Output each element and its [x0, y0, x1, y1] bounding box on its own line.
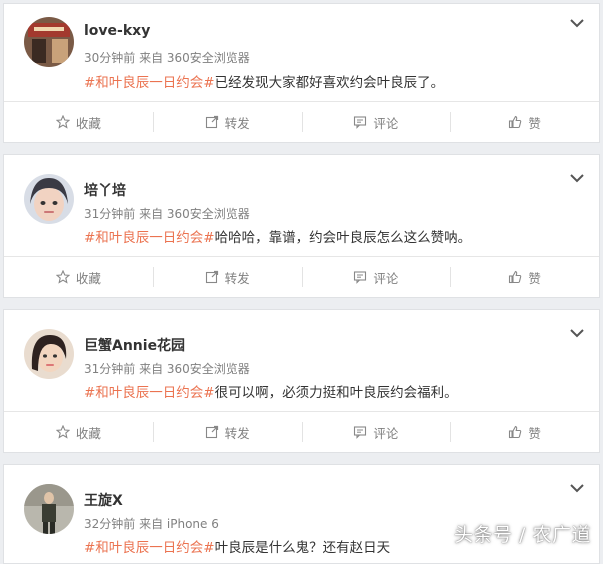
- favorite-button[interactable]: 收藏: [4, 412, 153, 452]
- repost-button[interactable]: 转发: [152, 412, 302, 452]
- topic-link[interactable]: #和叶良辰一日约会#: [84, 230, 215, 246]
- comment-label: 评论: [373, 425, 399, 441]
- topic-link[interactable]: #和叶良辰一日约会#: [84, 75, 215, 91]
- repost-button[interactable]: 转发: [152, 257, 302, 297]
- like-button[interactable]: 赞: [450, 257, 599, 297]
- comment-icon: [354, 426, 367, 439]
- comment-button[interactable]: 评论: [301, 412, 451, 452]
- post-text: #和叶良辰一日约会#很可以啊，必须力挺和叶良辰约会福利。: [84, 381, 458, 401]
- repost-icon: [205, 270, 218, 284]
- star-icon: [55, 425, 70, 439]
- thumbs-up-icon: [509, 115, 522, 129]
- comment-label: 评论: [373, 270, 399, 286]
- chevron-down-icon[interactable]: [569, 171, 585, 185]
- star-icon: [55, 115, 70, 129]
- avatar[interactable]: [24, 174, 74, 224]
- comment-icon: [354, 116, 367, 129]
- action-bar: 收藏 转发 评论 赞: [4, 256, 599, 297]
- post-text: #和叶良辰一日约会#已经发现大家都好喜欢约会叶良辰了。: [84, 71, 444, 91]
- post-meta: 31分钟前 来自 360安全浏览器: [84, 207, 250, 221]
- like-label: 赞: [528, 270, 541, 286]
- comment-label: 评论: [373, 115, 399, 131]
- post-card: love-kxy 30分钟前 来自 360安全浏览器 #和叶良辰一日约会#已经发…: [3, 3, 600, 143]
- post-text: #和叶良辰一日约会#叶良辰是什么鬼？还有赵日天: [84, 536, 390, 556]
- comment-button[interactable]: 评论: [301, 257, 451, 297]
- user-name[interactable]: love-kxy: [84, 23, 150, 39]
- post-body: 哈哈哈，靠谱，约会叶良辰怎么这么赞呐。: [214, 230, 472, 246]
- star-icon: [55, 270, 70, 284]
- repost-icon: [205, 115, 218, 129]
- topic-link[interactable]: #和叶良辰一日约会#: [84, 540, 215, 556]
- thumbs-up-icon: [509, 425, 522, 439]
- avatar[interactable]: [24, 17, 74, 67]
- favorite-button[interactable]: 收藏: [4, 257, 153, 297]
- favorite-label: 收藏: [75, 115, 101, 131]
- post-meta: 32分钟前 来自 iPhone 6: [84, 517, 219, 531]
- post-body: 叶良辰是什么鬼？还有赵日天: [214, 540, 391, 556]
- like-button[interactable]: 赞: [450, 102, 599, 142]
- topic-link[interactable]: #和叶良辰一日约会#: [84, 385, 215, 401]
- user-name[interactable]: 王旋X: [84, 490, 123, 510]
- action-bar: 收藏 转发 评论 赞: [4, 101, 599, 142]
- thumbs-up-icon: [509, 270, 522, 284]
- action-bar: 收藏 转发 评论 赞: [4, 411, 599, 452]
- post-card: 巨蟹Annie花园 31分钟前 来自 360安全浏览器 #和叶良辰一日约会#很可…: [3, 309, 600, 453]
- user-name[interactable]: 巨蟹Annie花园: [84, 335, 185, 355]
- repost-label: 转发: [224, 115, 250, 131]
- avatar[interactable]: [24, 329, 74, 379]
- repost-icon: [205, 425, 218, 439]
- repost-label: 转发: [224, 270, 250, 286]
- post-meta: 30分钟前 来自 360安全浏览器: [84, 51, 250, 65]
- favorite-label: 收藏: [75, 270, 101, 286]
- post-body: 很可以啊，必须力挺和叶良辰约会福利。: [214, 385, 458, 401]
- post-card: 培丫培 31分钟前 来自 360安全浏览器 #和叶良辰一日约会#哈哈哈，靠谱，约…: [3, 154, 600, 298]
- chevron-down-icon[interactable]: [569, 326, 585, 340]
- watermark: 头条号 / 农广道: [454, 524, 591, 546]
- post-card: 王旋X 32分钟前 来自 iPhone 6 #和叶良辰一日约会#叶良辰是什么鬼？…: [3, 464, 600, 564]
- avatar[interactable]: [24, 484, 74, 534]
- post-text: #和叶良辰一日约会#哈哈哈，靠谱，约会叶良辰怎么这么赞呐。: [84, 226, 471, 246]
- chevron-down-icon[interactable]: [569, 481, 585, 495]
- like-label: 赞: [528, 425, 541, 441]
- repost-button[interactable]: 转发: [152, 102, 302, 142]
- chevron-down-icon[interactable]: [569, 16, 585, 30]
- like-label: 赞: [528, 115, 541, 131]
- favorite-label: 收藏: [75, 425, 101, 441]
- repost-label: 转发: [224, 425, 250, 441]
- comment-icon: [354, 271, 367, 284]
- like-button[interactable]: 赞: [450, 412, 599, 452]
- comment-button[interactable]: 评论: [301, 102, 451, 142]
- favorite-button[interactable]: 收藏: [4, 102, 153, 142]
- user-name[interactable]: 培丫培: [84, 180, 126, 200]
- post-body: 已经发现大家都好喜欢约会叶良辰了。: [214, 75, 445, 91]
- post-meta: 31分钟前 来自 360安全浏览器: [84, 362, 250, 376]
